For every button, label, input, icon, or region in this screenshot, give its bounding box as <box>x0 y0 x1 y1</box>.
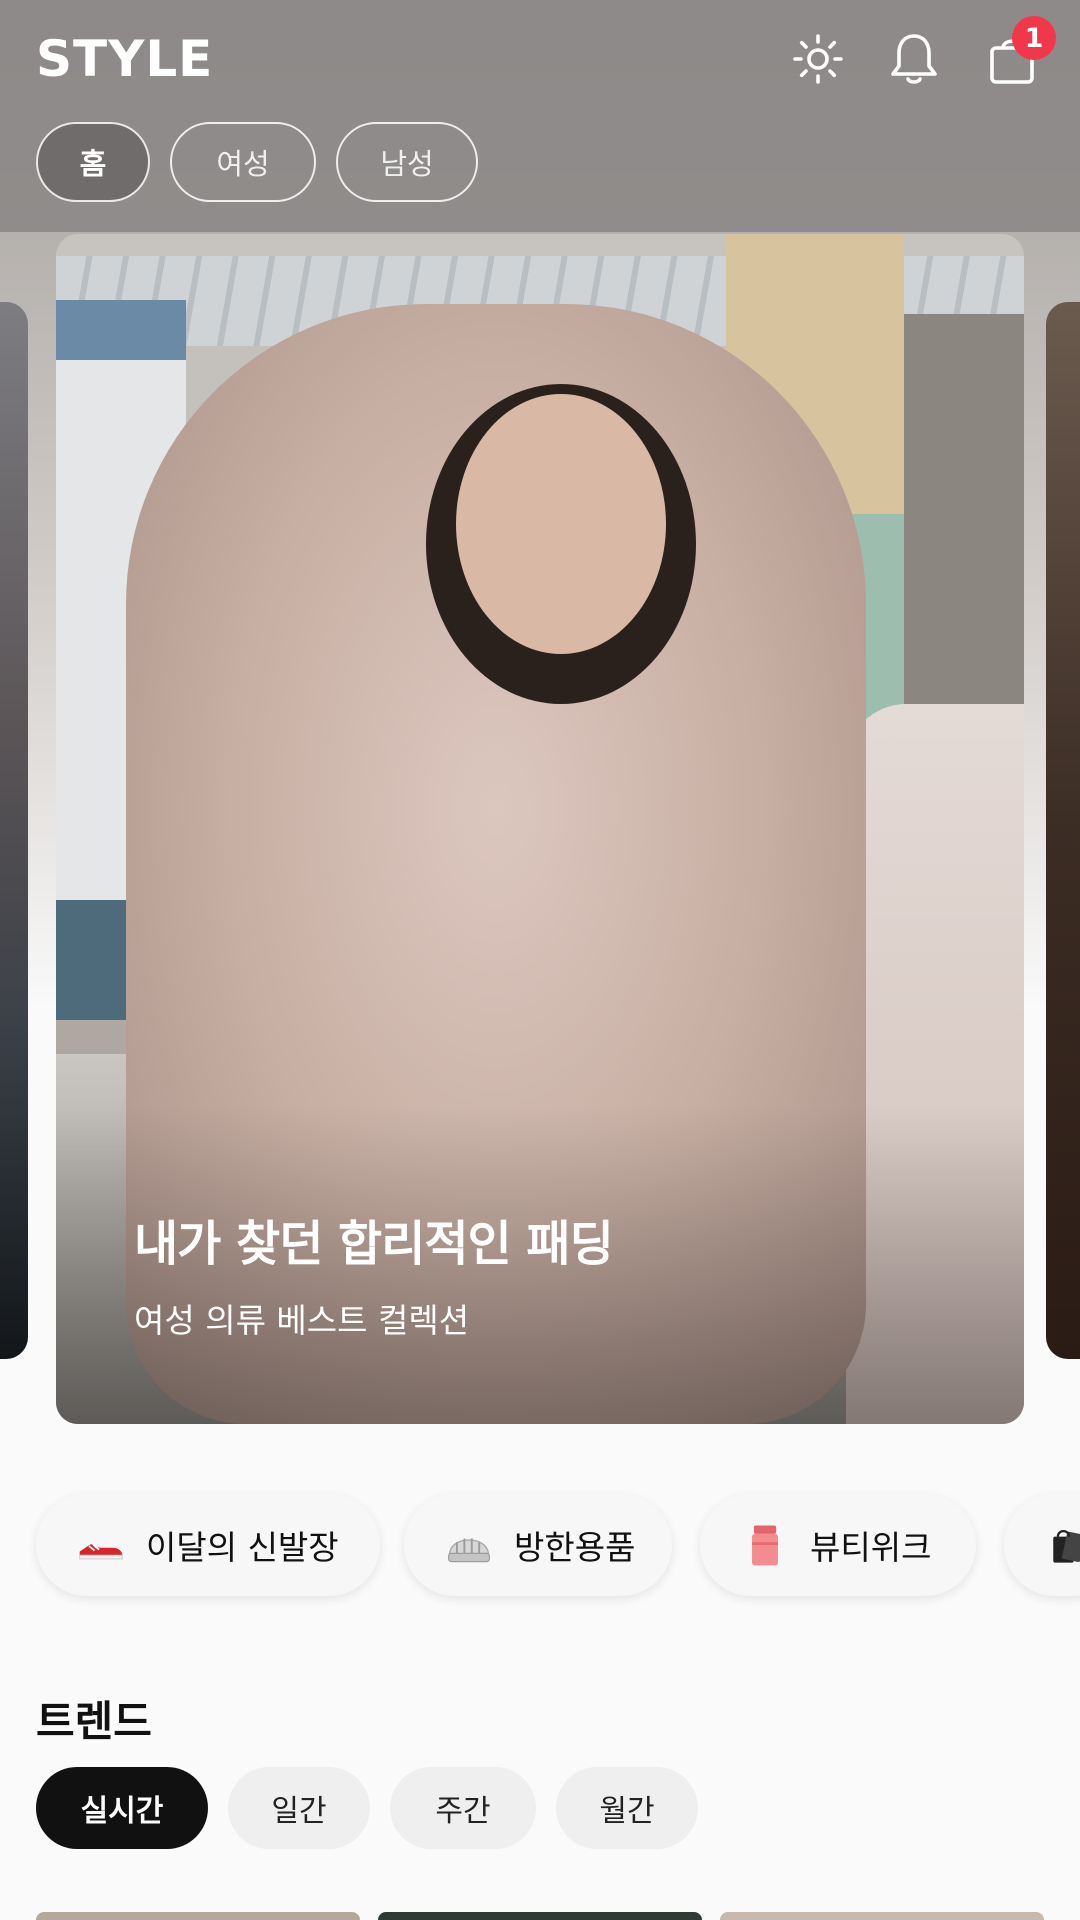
carousel-next-card[interactable] <box>1046 302 1080 1359</box>
tab-women[interactable]: 여성 <box>170 122 316 202</box>
banner-photo-model-face <box>426 384 696 704</box>
sneaker-icon <box>74 1518 128 1572</box>
top-tab-bar: 홈 여성 남성 <box>36 122 478 202</box>
app-header: STYLE 1 홈 여성 남성 <box>0 0 1080 232</box>
trend-tab-daily[interactable]: 일간 <box>228 1767 370 1849</box>
trend-tab-realtime[interactable]: 실시간 <box>36 1767 208 1849</box>
trend-tab-weekly[interactable]: 주간 <box>390 1767 536 1849</box>
app-logo[interactable]: STYLE <box>36 30 213 88</box>
category-chip-more[interactable] <box>1004 1494 1080 1596</box>
category-chip-shoes[interactable]: 이달의 신발장 <box>36 1494 380 1596</box>
sun-icon[interactable] <box>787 28 849 90</box>
tab-home[interactable]: 홈 <box>36 122 150 202</box>
category-label: 이달의 신발장 <box>146 1528 339 1567</box>
hero-title: 내가 찾던 합리적인 패딩 <box>134 1216 614 1272</box>
category-chip-beauty-week[interactable]: 뷰티위크 <box>700 1494 976 1596</box>
category-label: 방한용품 <box>514 1528 636 1567</box>
trend-section-title: 트렌드 <box>36 1697 152 1746</box>
tab-men[interactable]: 남성 <box>336 122 478 202</box>
trend-product-card[interactable] <box>378 1912 702 1920</box>
trend-product-card[interactable] <box>720 1912 1044 1920</box>
trend-product-card[interactable] <box>36 1912 360 1920</box>
cosmetic-jar-icon <box>738 1518 792 1572</box>
hero-banner[interactable]: 내가 찾던 합리적인 패딩 여성 의류 베스트 컬렉션 <box>56 234 1024 1424</box>
shopping-bags-icon <box>1042 1518 1080 1572</box>
carousel-prev-card[interactable] <box>0 302 28 1359</box>
category-label: 뷰티위크 <box>810 1528 932 1567</box>
cart-count-badge: 1 <box>1012 16 1056 60</box>
trend-tab-monthly[interactable]: 월간 <box>556 1767 698 1849</box>
bell-icon[interactable] <box>883 28 945 90</box>
hero-subtitle: 여성 의류 베스트 컬렉션 <box>134 1301 470 1340</box>
category-chip-winter-goods[interactable]: 방한용품 <box>404 1494 672 1596</box>
knit-hat-icon <box>442 1518 496 1572</box>
